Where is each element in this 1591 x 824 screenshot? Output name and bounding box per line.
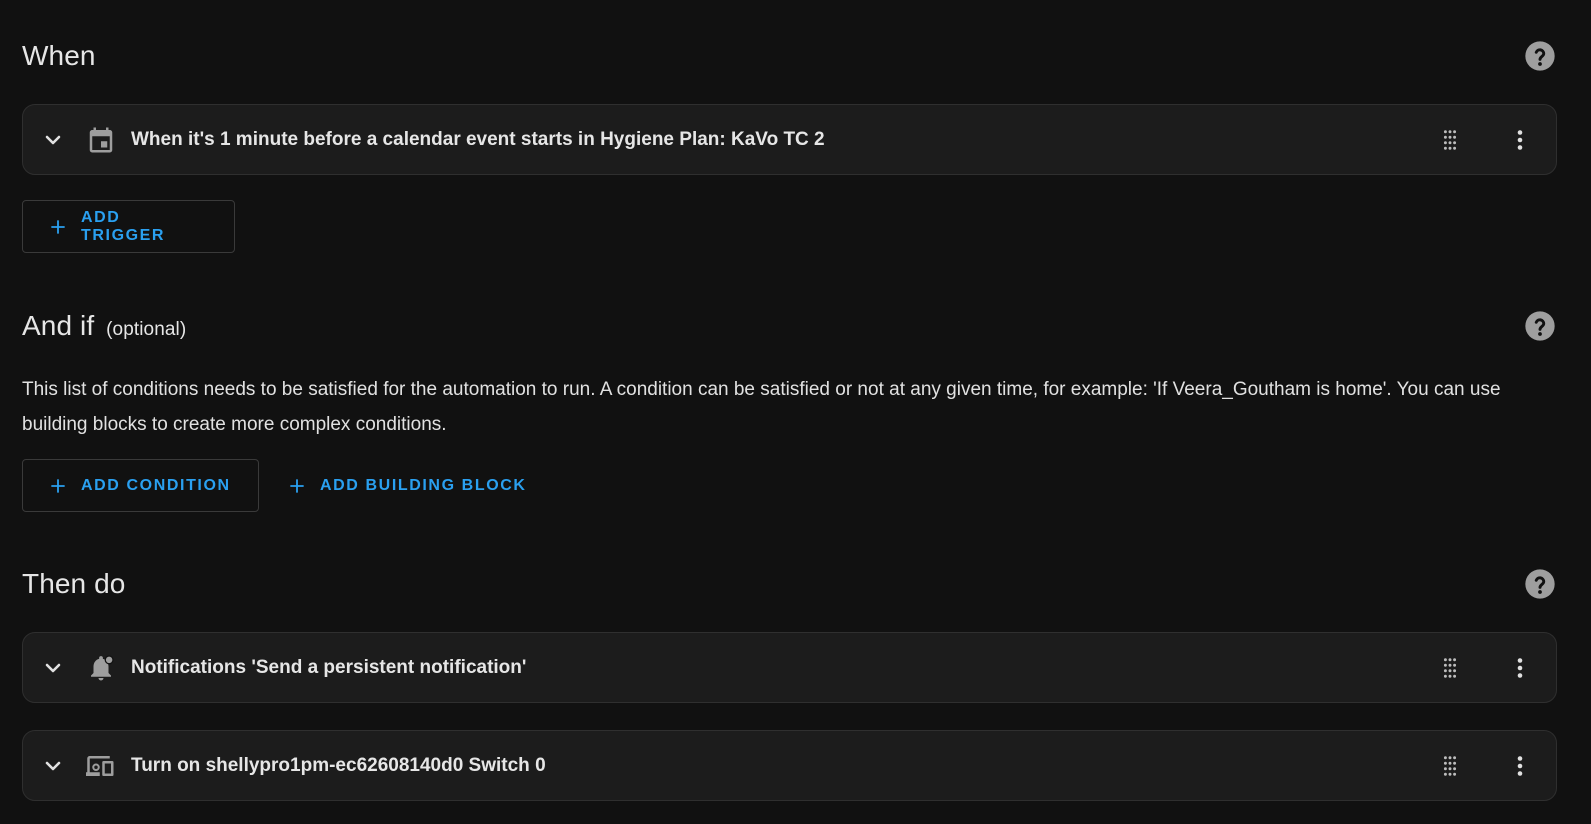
chevron-down-icon[interactable] bbox=[41, 656, 65, 680]
action-label: Notifications 'Send a persistent notific… bbox=[131, 656, 527, 678]
add-building-block-button[interactable]: ADD BUILDING BLOCK bbox=[284, 459, 531, 512]
optional-label: (optional) bbox=[106, 319, 187, 340]
calendar-icon bbox=[85, 124, 117, 156]
add-trigger-label: ADD TRIGGER bbox=[81, 208, 166, 244]
devices-icon bbox=[85, 750, 117, 782]
drag-handle-icon[interactable] bbox=[1438, 128, 1462, 152]
chevron-down-icon[interactable] bbox=[41, 128, 65, 152]
and-if-header: And if (optional) bbox=[22, 304, 1569, 348]
plus-icon bbox=[49, 477, 67, 495]
plus-icon bbox=[288, 477, 306, 495]
more-vertical-icon[interactable] bbox=[1508, 754, 1532, 778]
action-card-switch[interactable]: Turn on shellypro1pm-ec62608140d0 Switch… bbox=[22, 730, 1557, 801]
when-header: When bbox=[22, 34, 1569, 78]
action-label: Turn on shellypro1pm-ec62608140d0 Switch… bbox=[131, 754, 546, 776]
trigger-label: When it's 1 minute before a calendar eve… bbox=[131, 128, 825, 150]
chevron-down-icon[interactable] bbox=[41, 754, 65, 778]
add-trigger-button[interactable]: ADD TRIGGER bbox=[22, 200, 235, 253]
add-condition-button[interactable]: ADD CONDITION bbox=[22, 459, 259, 512]
and-if-title-text: And if bbox=[22, 310, 95, 341]
then-do-section: Then do bbox=[22, 562, 1569, 606]
trigger-card[interactable]: When it's 1 minute before a calendar eve… bbox=[22, 104, 1557, 175]
plus-icon bbox=[49, 218, 67, 236]
add-building-block-label: ADD BUILDING BLOCK bbox=[320, 476, 527, 494]
when-section: When bbox=[22, 34, 1569, 78]
help-icon[interactable] bbox=[1524, 40, 1556, 72]
then-do-title: Then do bbox=[22, 568, 126, 599]
then-do-header: Then do bbox=[22, 562, 1569, 606]
conditions-description: This list of conditions needs to be sati… bbox=[22, 379, 1501, 435]
drag-handle-icon[interactable] bbox=[1438, 656, 1462, 680]
help-icon[interactable] bbox=[1524, 568, 1556, 600]
and-if-section: And if (optional) bbox=[22, 304, 1569, 348]
when-title: When bbox=[22, 40, 96, 71]
help-icon[interactable] bbox=[1524, 310, 1556, 342]
more-vertical-icon[interactable] bbox=[1508, 128, 1532, 152]
more-vertical-icon[interactable] bbox=[1508, 656, 1532, 680]
action-card-notification[interactable]: Notifications 'Send a persistent notific… bbox=[22, 632, 1557, 703]
and-if-title: And if (optional) bbox=[22, 310, 186, 342]
drag-handle-icon[interactable] bbox=[1438, 754, 1462, 778]
add-condition-label: ADD CONDITION bbox=[81, 476, 231, 494]
bell-badge-icon bbox=[85, 652, 117, 684]
